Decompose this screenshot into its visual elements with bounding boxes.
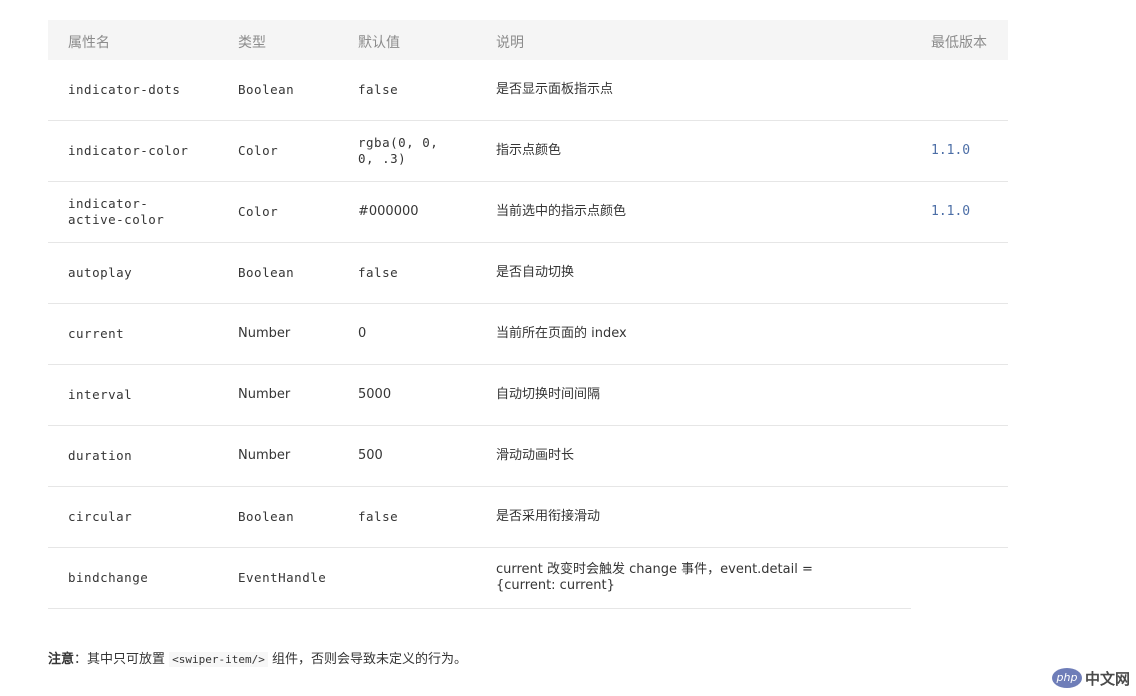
cell-default: false (358, 265, 399, 280)
cell-type: Color (238, 204, 279, 219)
header-min-version: 最低版本 (931, 35, 987, 51)
cell-type: Boolean (238, 509, 295, 524)
cell-type: Number (238, 387, 291, 402)
table-row: indicator-active-color Color #000000 当前选… (48, 182, 1008, 243)
cell-description: 当前选中的指示点颜色 (496, 204, 627, 219)
cell-description: 当前所在页面的 index (496, 326, 627, 341)
cell-name: indicator-dots (68, 82, 181, 97)
table-row: circular Boolean false 是否采用衔接滑动 (48, 487, 1008, 548)
cell-description: 指示点颜色 (496, 143, 562, 158)
cell-type: Boolean (238, 82, 295, 97)
table-row: indicator-dots Boolean false 是否显示面板指示点 (48, 60, 1008, 121)
table-header: 属性名 类型 默认值 说明 最低版本 (48, 20, 1008, 60)
cell-name: duration (68, 448, 133, 463)
header-description: 说明 (496, 35, 524, 51)
note-label: 注意 (48, 652, 75, 667)
cell-name: autoplay (68, 265, 133, 280)
table-row: bindchange EventHandle current 改变时会触发 ch… (48, 548, 911, 609)
cell-description: current 改变时会触发 change 事件，event.detail = … (496, 562, 813, 593)
cell-description: 是否显示面板指示点 (496, 82, 614, 97)
php-logo-icon: php (1051, 668, 1082, 688)
header-default: 默认值 (358, 35, 400, 51)
cell-name: indicator-active-color (68, 196, 165, 227)
site-watermark: php 中文网 (1051, 666, 1130, 690)
cell-description: 滑动动画时长 (496, 448, 575, 463)
table-row: autoplay Boolean false 是否自动切换 (48, 243, 1008, 304)
cell-type: Number (238, 448, 291, 463)
cell-default: 5000 (358, 387, 392, 402)
cell-description: 是否采用衔接滑动 (496, 509, 601, 524)
note-suffix: 组件，否则会导致未定义的行为。 (267, 652, 468, 667)
table-row: current Number 0 当前所在页面的 index (48, 304, 1008, 365)
cell-description: 是否自动切换 (496, 265, 575, 280)
cell-default: 0 (358, 326, 367, 341)
cell-description: 自动切换时间间隔 (496, 387, 601, 402)
cell-name: circular (68, 509, 133, 524)
table-row: indicator-color Color rgba(0, 0, 0, .3) … (48, 121, 1008, 182)
cell-version: 1.1.0 (931, 143, 971, 158)
cell-type: EventHandle (238, 570, 327, 585)
cell-default: 500 (358, 448, 383, 463)
table-row: duration Number 500 滑动动画时长 (48, 426, 1008, 487)
table-row: interval Number 5000 自动切换时间间隔 (48, 365, 1008, 426)
note-code: <swiper-item/> (169, 652, 268, 667)
cell-default: false (358, 509, 399, 524)
cell-name: bindchange (68, 570, 149, 585)
cell-default: #000000 (358, 204, 419, 219)
cell-type: Color (238, 143, 279, 158)
header-name: 属性名 (68, 35, 110, 51)
cell-version: 1.1.0 (931, 204, 971, 219)
cell-name: interval (68, 387, 133, 402)
note-prefix: ：其中只可放置 (74, 652, 170, 667)
cell-type: Boolean (238, 265, 295, 280)
header-type: 类型 (238, 35, 266, 51)
note-paragraph: 注意：其中只可放置 <swiper-item/> 组件，否则会导致未定义的行为。 (48, 648, 467, 667)
watermark-text: 中文网 (1084, 669, 1130, 688)
properties-table: 属性名 类型 默认值 说明 最低版本 indicator-dots Boolea… (48, 20, 1008, 609)
cell-name: indicator-color (68, 143, 189, 158)
cell-name: current (68, 326, 125, 341)
cell-default: false (358, 82, 399, 97)
cell-default: rgba(0, 0, 0, .3) (358, 135, 439, 166)
cell-type: Number (238, 326, 291, 341)
